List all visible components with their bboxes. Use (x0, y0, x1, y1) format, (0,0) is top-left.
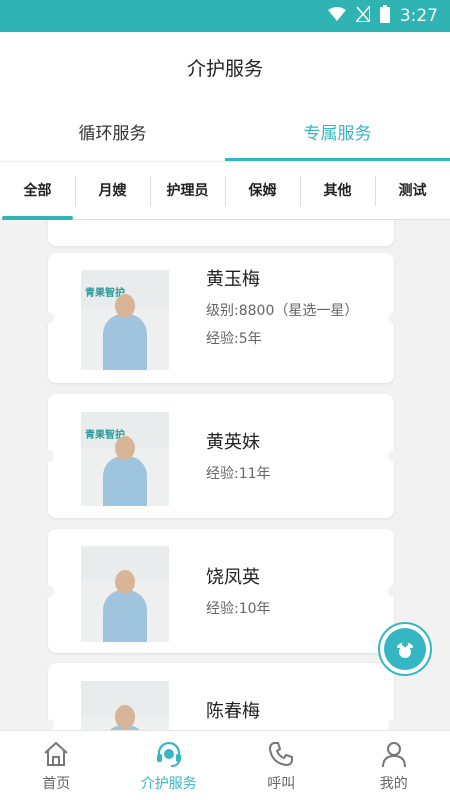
user-icon (381, 741, 406, 767)
caregiver-experience: 经验:5年 (206, 331, 262, 347)
nav-mine-label: 我的 (379, 775, 408, 792)
nav-care-service[interactable]: 介护服务 (113, 731, 226, 800)
caregiver-name: 饶凤英 (206, 567, 260, 588)
category-bar: 全部 月嫂 护理员 保姆 其他 测试 (0, 162, 450, 220)
caregiver-card[interactable]: 饶凤英 经验:10年 (42, 529, 400, 653)
tab-exclusive-service[interactable]: 专属服务 (225, 102, 450, 161)
category-maternity-nurse[interactable]: 月嫂 (75, 162, 150, 220)
nav-care-service-label: 介护服务 (140, 775, 197, 792)
caregiver-photo (81, 681, 169, 730)
wifi-icon (327, 6, 346, 26)
nurse-service-button[interactable] (378, 622, 432, 676)
nav-home-label: 首页 (42, 775, 71, 792)
nav-mine[interactable]: 我的 (338, 731, 450, 800)
caregiver-card[interactable]: 陈春梅 (42, 663, 400, 730)
category-nanny[interactable]: 保姆 (225, 162, 300, 220)
caregiver-name: 陈春梅 (206, 701, 260, 722)
page-title: 介护服务 (0, 32, 450, 102)
service-tabs: 循环服务 专属服务 (0, 102, 450, 162)
nav-call-label: 呼叫 (267, 775, 296, 792)
category-all[interactable]: 全部 (0, 162, 75, 220)
tab-cyclic-service[interactable]: 循环服务 (0, 102, 225, 161)
category-caregiver[interactable]: 护理员 (150, 162, 225, 220)
caregiver-photo: 青果智护 (81, 412, 169, 506)
phone-icon (269, 741, 294, 766)
nav-home[interactable]: 首页 (0, 731, 113, 800)
caregiver-name: 黄玉梅 (206, 269, 260, 290)
category-test[interactable]: 测试 (375, 162, 450, 220)
status-bar: 3:27 (0, 0, 450, 32)
caregiver-card[interactable]: 青果智护 黄玉梅 级别:8800（星选一星） 经验:5年 (42, 253, 400, 383)
bottom-navigation: 首页 介护服务 呼叫 我的 (0, 730, 450, 800)
headset-icon (156, 741, 181, 767)
list-item[interactable] (48, 220, 394, 246)
caregiver-name: 黄英妹 (206, 432, 260, 453)
caregiver-card[interactable]: 青果智护 黄英妹 经验:11年 (42, 394, 400, 518)
caregiver-photo: 青果智护 (81, 270, 169, 370)
no-signal-icon (354, 3, 371, 27)
caregiver-experience: 经验:10年 (206, 601, 271, 617)
caregiver-level: 级别:8800（星选一星） (206, 303, 359, 319)
nurse-icon (384, 628, 426, 670)
home-icon (44, 741, 68, 766)
status-time: 3:27 (399, 6, 438, 26)
nav-call[interactable]: 呼叫 (225, 731, 338, 800)
caregiver-experience: 经验:11年 (206, 466, 271, 482)
battery-icon (379, 4, 390, 28)
caregiver-photo (81, 546, 169, 642)
category-other[interactable]: 其他 (300, 162, 375, 220)
